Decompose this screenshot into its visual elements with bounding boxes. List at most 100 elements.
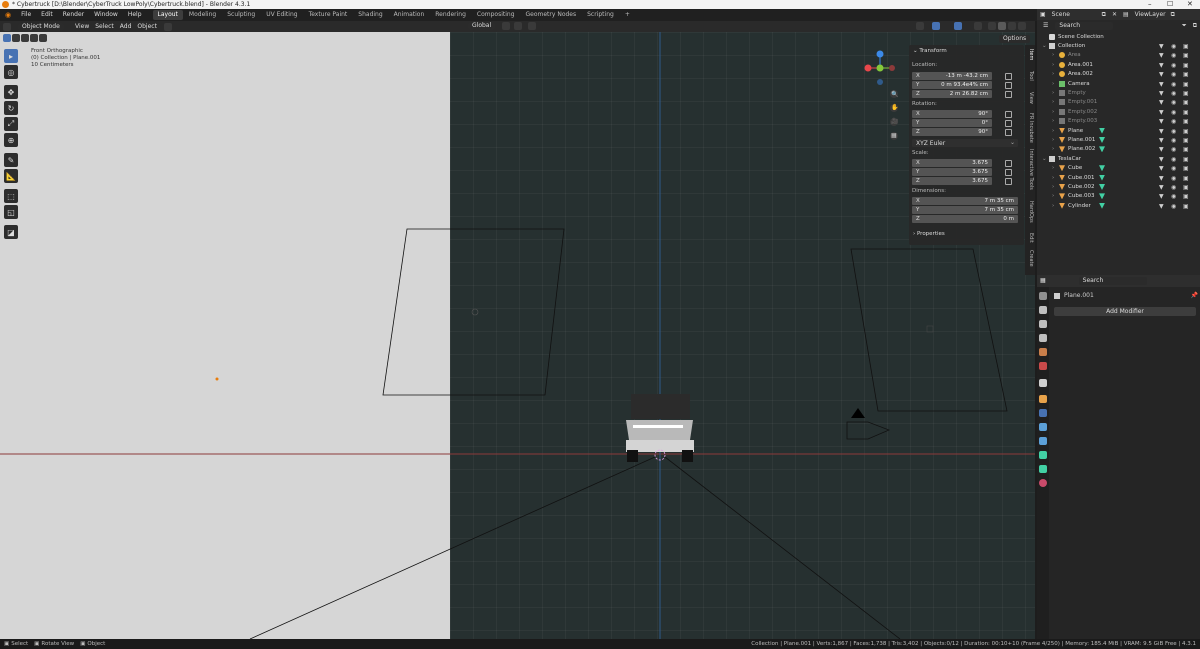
add-modifier-button[interactable]: Add Modifier [1054,307,1196,316]
select-new-icon[interactable] [3,34,11,42]
render-toggle-icon[interactable]: ▣ [1183,62,1189,69]
tab-texture-paint[interactable]: Texture Paint [304,10,353,20]
visibility-toggle-icon[interactable]: ◉ [1171,90,1176,97]
lock-scale-z-icon[interactable] [1005,178,1012,185]
outliner-row[interactable]: › Plane.002 ▼ ◉ ▣ [1037,145,1200,154]
lock-location-z-icon[interactable] [1005,91,1012,98]
move-tool-icon[interactable]: ✥ [4,85,18,99]
ortho-grid-icon[interactable]: ▦ [891,132,897,139]
measure-tool-icon[interactable]: 📐 [4,169,18,183]
snap-icon[interactable] [514,22,522,30]
sidebar-tab-create[interactable]: Create [1026,250,1034,267]
scale-y-field[interactable]: Y 3.675 [912,168,992,176]
pin-icon[interactable]: 📌 [1191,292,1198,299]
display-mode-icon[interactable]: ☰ [1040,22,1051,30]
render-toggle-icon[interactable]: ▣ [1183,90,1189,97]
add-cube-tool-icon[interactable]: ⬚ [4,189,18,203]
maximize-icon[interactable]: ☐ [1167,0,1173,8]
scene-icon[interactable]: ▣ [1037,11,1049,19]
lock-location-x-icon[interactable] [1005,73,1012,80]
properties-section-header[interactable]: › Properties [913,231,945,237]
select-toggle-icon[interactable]: ▼ [1159,90,1164,97]
outliner-row[interactable]: › Cube.001 ▼ ◉ ▣ [1037,174,1200,183]
render-toggle-icon[interactable]: ▣ [1183,128,1189,135]
visibility-toggle-icon[interactable]: ◉ [1171,71,1176,78]
mesh-data-icon[interactable] [1099,202,1105,209]
sidebar-tab-edit[interactable]: Edit [1026,233,1034,243]
visibility-toggle-icon[interactable]: ◉ [1171,52,1176,59]
menu-add[interactable]: Add [117,23,135,31]
shading-wireframe-icon[interactable] [988,22,996,30]
tab-modeling[interactable]: Modeling [184,10,221,20]
outliner-row[interactable]: › Cube.002 ▼ ◉ ▣ [1037,183,1200,192]
physics-tab-icon[interactable] [1039,437,1047,445]
lock-scale-x-icon[interactable] [1005,160,1012,167]
select-toggle-icon[interactable]: ▼ [1159,165,1164,172]
mesh-data-icon[interactable] [1099,127,1105,134]
render-tab-icon[interactable] [1039,306,1047,314]
expand-arrow-icon[interactable]: › [1052,71,1054,77]
menu-render[interactable]: Render [58,9,89,21]
visibility-toggle-icon[interactable]: ◉ [1171,203,1176,210]
visibility-toggle-icon[interactable]: ◉ [1171,128,1176,135]
tab-scripting[interactable]: Scripting [582,10,619,20]
visibility-toggle-icon[interactable]: ◉ [1171,43,1176,50]
expand-arrow-icon[interactable]: › [1052,165,1054,171]
menu-file[interactable]: File [16,9,36,21]
options-dropdown[interactable]: Options [999,35,1031,43]
select-toggle-icon[interactable]: ▼ [1159,62,1164,69]
expand-arrow-icon[interactable]: › [1052,146,1054,152]
tab-compositing[interactable]: Compositing [472,10,520,20]
tab-layout[interactable]: Layout [152,10,183,20]
expand-arrow-icon[interactable]: › [1052,109,1054,115]
expand-arrow-icon[interactable]: › [1052,175,1054,181]
render-toggle-icon[interactable]: ▣ [1183,109,1189,116]
plane-002-object[interactable] [850,248,1008,412]
outliner-row[interactable]: › Area.001 ▼ ◉ ▣ [1037,61,1200,70]
render-toggle-icon[interactable]: ▣ [1183,165,1189,172]
dimensions-y-field[interactable]: Y7 m 35 cm [912,206,1018,214]
new-view-layer-icon[interactable]: ⧉ [1168,11,1178,19]
camera-view-icon[interactable]: 🎥 [891,118,898,125]
location-y-field[interactable]: Y0 m 93.4e4% cm [912,81,992,89]
zoom-icon[interactable]: 🔍 [891,91,898,98]
mesh-data-icon[interactable] [1099,165,1105,172]
visibility-toggle-icon[interactable]: ◉ [1171,81,1176,88]
menu-object[interactable]: Object [134,23,160,31]
select-subtract-icon[interactable] [21,34,29,42]
minimize-icon[interactable]: – [1148,0,1152,8]
outliner-row[interactable]: › Cube ▼ ◉ ▣ [1037,164,1200,173]
visibility-toggle-icon[interactable]: ◉ [1171,137,1176,144]
expand-arrow-icon[interactable]: › [1052,90,1054,96]
render-toggle-icon[interactable]: ▣ [1183,175,1189,182]
tool-tab-icon[interactable] [1039,292,1047,300]
editor-type-icon[interactable]: ▦ [1037,277,1049,285]
object-mode-dropdown[interactable]: Object Mode [18,22,64,31]
location-z-field[interactable]: Z2 m 26.82 cm [912,90,992,98]
menu-select[interactable]: Select [92,23,117,31]
outliner-row[interactable]: › Cube.003 ▼ ◉ ▣ [1037,192,1200,201]
outliner-row[interactable]: › Plane ▼ ◉ ▣ [1037,127,1200,136]
tab-animation[interactable]: Animation [389,10,430,20]
select-toggle-icon[interactable]: ▼ [1159,156,1164,163]
expand-arrow-icon[interactable]: › [1052,52,1054,58]
rotation-x-field[interactable]: X 90° [912,110,992,118]
lock-scale-y-icon[interactable] [1005,169,1012,176]
new-scene-icon[interactable]: ⧉ [1099,11,1109,19]
scale-x-field[interactable]: X 3.675 [912,159,992,167]
tab-geometry-nodes[interactable]: Geometry Nodes [521,10,582,20]
expand-arrow-icon[interactable]: › [1052,128,1054,134]
pivot-point-icon[interactable] [502,22,510,30]
object-tab-icon[interactable] [1039,395,1047,403]
scale-z-field[interactable]: Z 3.675 [912,177,992,185]
select-extend-icon[interactable] [12,34,20,42]
visibility-toggle-icon[interactable]: ◉ [1171,62,1176,69]
select-toggle-icon[interactable]: ▼ [1159,146,1164,153]
collection-tab-icon[interactable] [1039,379,1047,387]
select-toggle-icon[interactable]: ▼ [1159,184,1164,191]
sidebar-tab-item[interactable]: Item [1026,49,1034,60]
render-toggle-icon[interactable]: ▣ [1183,156,1189,163]
select-invert-icon[interactable] [30,34,38,42]
sidebar-tab-view[interactable]: View [1026,92,1034,104]
add-workspace-button[interactable]: + [620,10,635,20]
